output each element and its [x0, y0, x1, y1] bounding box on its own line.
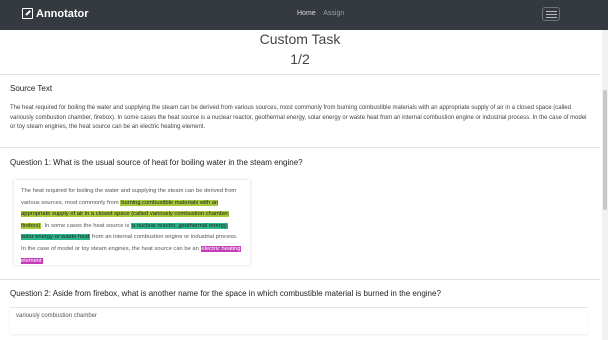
divider	[0, 74, 600, 75]
nav-links: Home Assign	[297, 10, 350, 17]
source-text: The heat required for boiling the water …	[10, 105, 587, 130]
source-heading: Source Text	[10, 84, 53, 93]
nav-assign-link[interactable]: Assign	[323, 10, 344, 17]
edit-icon	[22, 8, 33, 19]
scrollbar-thumb[interactable]	[603, 90, 607, 210]
divider	[0, 147, 600, 148]
menu-toggle-button[interactable]	[542, 7, 560, 21]
navbar: Annotator Home Assign	[0, 0, 608, 30]
passage-text: . In some cases the heat source is	[41, 222, 131, 229]
annotation-card: The heat required for boiling the water …	[14, 180, 250, 265]
nav-home-link[interactable]: Home	[297, 10, 316, 17]
question-1-label: Question 1: What is the usual source of …	[10, 158, 303, 167]
question-2-label: Question 2: Aside from firebox, what is …	[10, 289, 441, 298]
brand-link[interactable]: Annotator	[22, 8, 89, 20]
scrollbar[interactable]	[602, 30, 608, 340]
divider	[0, 279, 600, 280]
annotated-passage[interactable]: The heat required for boiling the water …	[21, 186, 241, 267]
hamburger-icon	[546, 11, 557, 12]
brand-label: Annotator	[36, 8, 89, 20]
page-title: Custom Task	[259, 31, 341, 47]
task-progress: 1/2	[290, 51, 310, 67]
answer-field[interactable]: variously combustion chamber	[10, 307, 588, 334]
passage-text: .	[42, 257, 45, 264]
answer-value: variously combustion chamber	[16, 313, 98, 319]
